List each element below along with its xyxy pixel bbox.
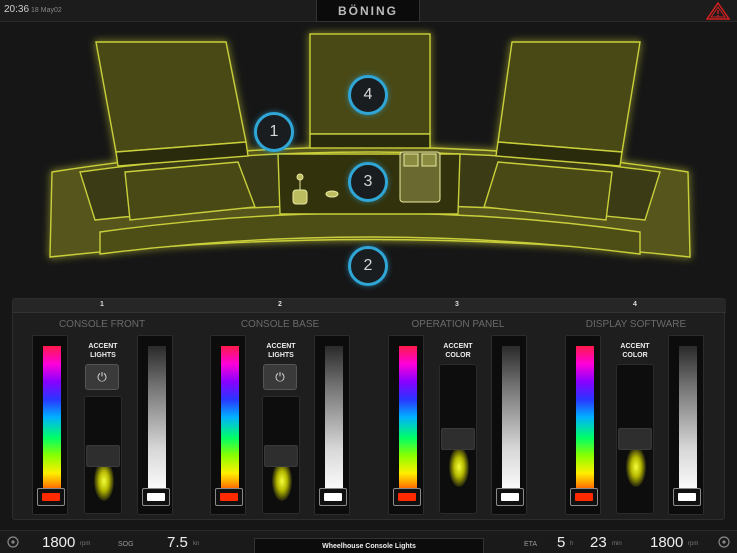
section-number-strip: 1 2 3 4 xyxy=(13,299,726,313)
color-slider-2[interactable] xyxy=(210,335,246,515)
white-slider-handle[interactable] xyxy=(319,488,347,506)
white-gradient xyxy=(148,346,166,494)
accent-slider-2[interactable] xyxy=(262,396,300,514)
white-slider-2[interactable] xyxy=(314,335,350,515)
slider-glow xyxy=(449,447,469,487)
white-slider-4[interactable] xyxy=(668,335,704,515)
center-display-base xyxy=(309,133,431,149)
section-number-4: 4 xyxy=(633,301,637,308)
sog-label: SOG xyxy=(118,541,134,548)
color-slider-handle[interactable] xyxy=(570,488,598,506)
color-spectrum xyxy=(576,346,594,494)
section-title-console-base: CONSOLE BASE xyxy=(240,319,320,330)
accent-slider-3[interactable] xyxy=(439,364,477,514)
white-slider-3[interactable] xyxy=(491,335,527,515)
console-illustration: 1 2 3 4 xyxy=(0,22,737,297)
rpm-right-unit: rpm xyxy=(688,541,699,547)
section-number-3: 3 xyxy=(455,301,459,308)
slider-thumb[interactable] xyxy=(264,445,298,467)
brand-logo: BÖNING xyxy=(316,0,420,22)
section-title-display-software: DISPLAY SOFTWARE xyxy=(585,319,687,330)
zone-badge-1[interactable]: 1 xyxy=(254,112,294,152)
section-number-2: 2 xyxy=(278,301,282,308)
accent-label-4: ACCENT COLOR xyxy=(620,343,650,359)
color-slider-handle[interactable] xyxy=(215,488,243,506)
zone-badge-2[interactable]: 2 xyxy=(348,246,388,286)
power-button-2[interactable]: ⏻ xyxy=(263,364,297,390)
eta-minutes: 23 xyxy=(590,534,607,551)
zone-badge-3[interactable]: 3 xyxy=(348,162,388,202)
color-slider-handle[interactable] xyxy=(37,488,65,506)
eta-hours: 5 xyxy=(557,534,566,551)
sog-value: 7.5 xyxy=(167,534,188,551)
lighting-control-panel: 1 2 3 4 CONSOLE FRONT CONSOLE BASE OPERA… xyxy=(12,298,726,520)
eta-hours-unit: h xyxy=(570,541,574,547)
slider-thumb[interactable] xyxy=(441,428,475,450)
top-bar: 20:36 18 May02 BÖNING xyxy=(0,0,737,22)
clock-time: 20:36 xyxy=(4,4,30,15)
section-number-1: 1 xyxy=(100,301,104,308)
white-slider-handle[interactable] xyxy=(673,488,701,506)
section-title-operation-panel: OPERATION PANEL xyxy=(411,319,505,330)
section-title-console-front: CONSOLE FRONT xyxy=(58,319,146,330)
color-spectrum xyxy=(399,346,417,494)
engine-right-icon xyxy=(718,536,730,548)
white-gradient xyxy=(325,346,343,494)
zone-badge-4[interactable]: 4 xyxy=(348,75,388,115)
joystick-base xyxy=(292,189,308,205)
rpm-left-unit: rpm xyxy=(80,541,91,547)
power-button-1[interactable]: ⏻ xyxy=(85,364,119,390)
rpm-left-value: 1800 xyxy=(42,534,76,551)
slider-thumb[interactable] xyxy=(86,445,120,467)
accent-slider-4[interactable] xyxy=(616,364,654,514)
clock-date: 18 May02 xyxy=(31,7,62,14)
white-slider-1[interactable] xyxy=(137,335,173,515)
color-slider-1[interactable] xyxy=(32,335,68,515)
clock: 20:36 18 May02 xyxy=(4,4,62,15)
slider-glow xyxy=(272,461,292,501)
page-title: Wheelhouse Console Lights xyxy=(254,538,484,553)
color-spectrum xyxy=(221,346,239,494)
color-slider-handle[interactable] xyxy=(393,488,421,506)
accent-label-1: ACCENT LIGHTS xyxy=(88,343,118,359)
rpm-right-value: 1800 xyxy=(650,534,684,551)
white-slider-handle[interactable] xyxy=(142,488,170,506)
dial xyxy=(325,190,339,198)
right-display xyxy=(497,41,641,153)
power-icon: ⏻ xyxy=(97,370,107,384)
engine-left-icon xyxy=(7,536,19,548)
warning-icon[interactable] xyxy=(706,2,730,20)
slider-glow xyxy=(626,447,646,487)
color-spectrum xyxy=(43,346,61,494)
eta-label: ETA xyxy=(524,541,538,548)
slider-thumb[interactable] xyxy=(618,428,652,450)
color-slider-3[interactable] xyxy=(388,335,424,515)
color-slider-4[interactable] xyxy=(565,335,601,515)
bottom-status-bar: 1800 rpm SOG 7.5 kn Wheelhouse Console L… xyxy=(0,530,737,553)
accent-slider-1[interactable] xyxy=(84,396,122,514)
sog-unit: kn xyxy=(193,541,200,547)
accent-label-2: ACCENT LIGHTS xyxy=(266,343,296,359)
white-gradient xyxy=(502,346,520,494)
left-display xyxy=(95,41,247,153)
accent-label-3: ACCENT COLOR xyxy=(443,343,473,359)
power-icon: ⏻ xyxy=(275,370,285,384)
eta-minutes-unit: min xyxy=(612,541,622,547)
white-gradient xyxy=(679,346,697,494)
white-slider-handle[interactable] xyxy=(496,488,524,506)
slider-glow xyxy=(94,461,114,501)
